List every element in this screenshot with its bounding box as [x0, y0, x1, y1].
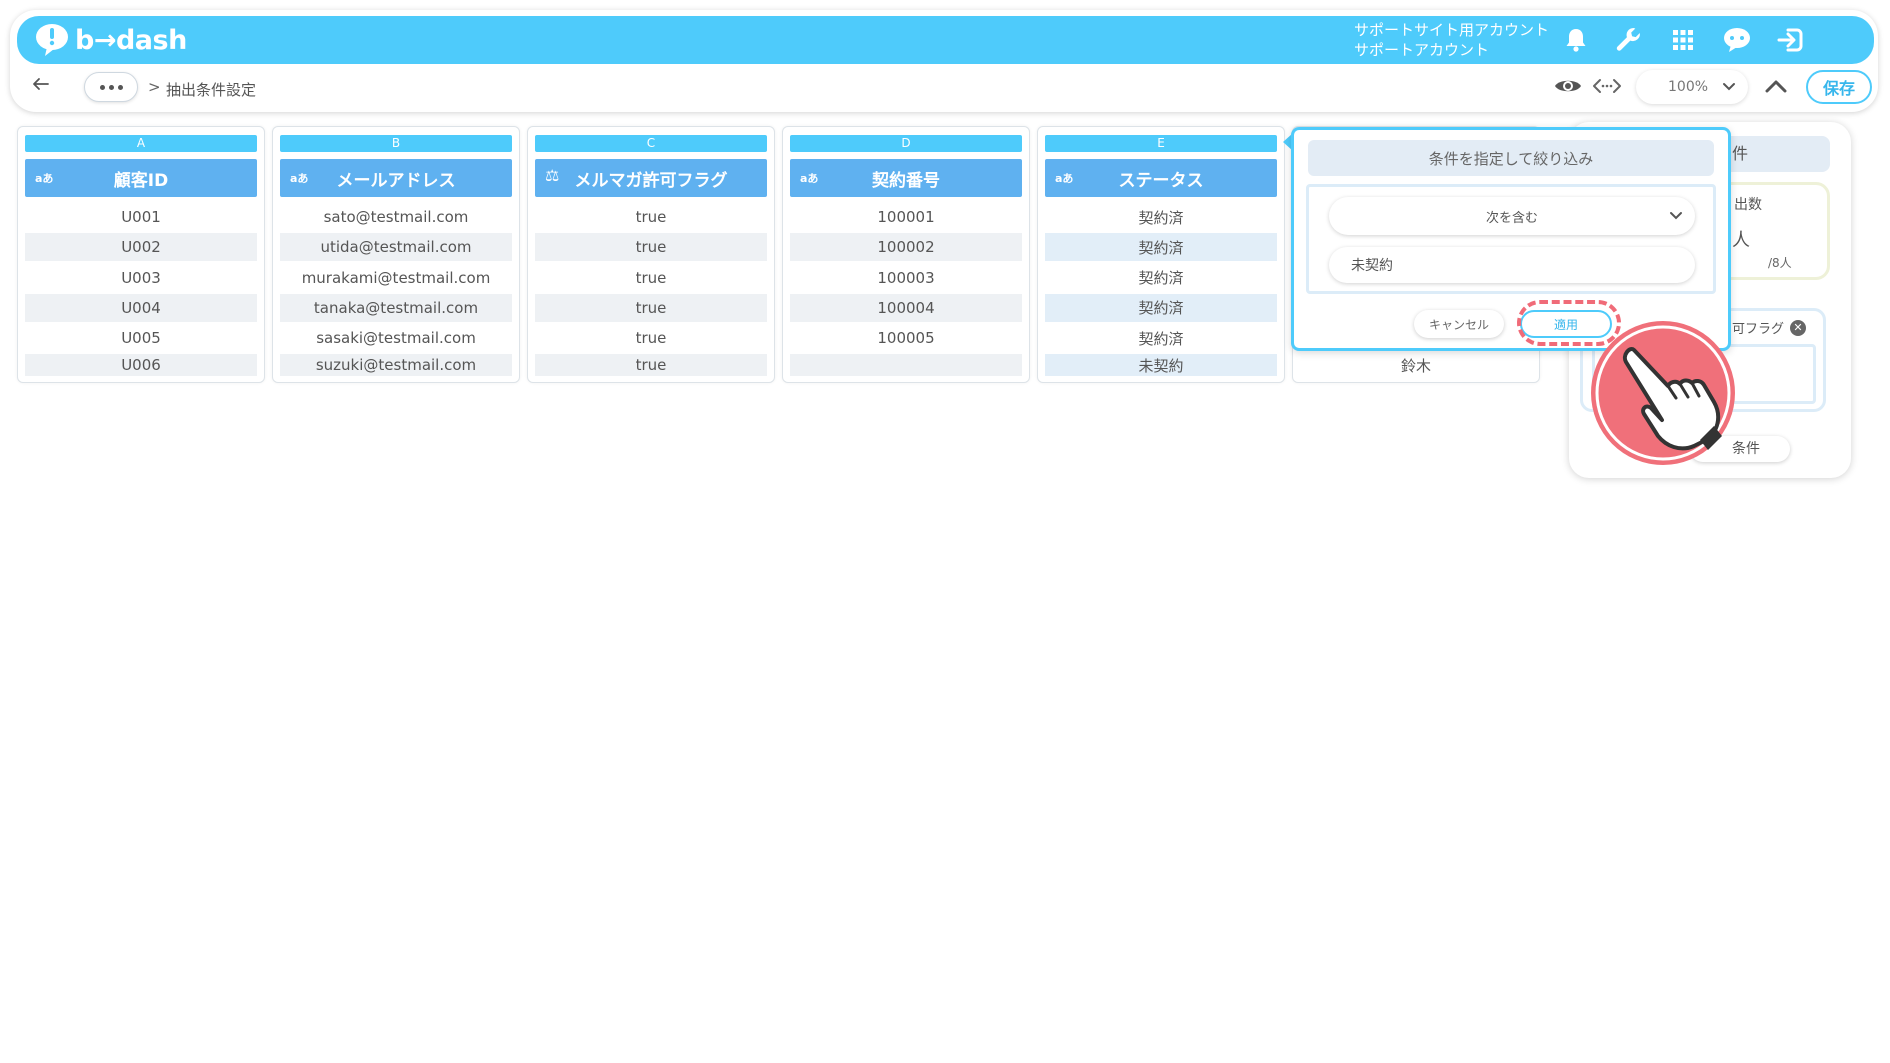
table-cell: true — [535, 354, 767, 377]
column-e[interactable]: E aあ ステータス 契約済 契約済 契約済 契約済 契約済 未契約 — [1037, 126, 1285, 383]
column-header-label: メルマガ許可フラグ — [574, 170, 728, 191]
column-c[interactable]: C ⚖ メルマガ許可フラグ true true true true true t… — [527, 126, 775, 383]
extraction-count-total: /8人 — [1768, 256, 1792, 270]
extraction-count-unit: 人 — [1732, 230, 1750, 251]
dot-icon — [117, 84, 123, 90]
chevron-up-icon[interactable] — [1764, 78, 1788, 94]
column-header-label: 顧客ID — [113, 170, 169, 191]
table-cell: true — [535, 233, 767, 262]
table-cell: suzuki@testmail.com — [280, 354, 512, 377]
zoom-select[interactable]: 100% — [1636, 70, 1748, 104]
column-letter[interactable]: C — [535, 135, 767, 152]
column-header[interactable]: aあ メールアドレス — [280, 159, 512, 197]
text-type-icon: aあ — [800, 172, 819, 185]
table-cell: true — [635, 268, 667, 287]
eye-icon[interactable] — [1554, 76, 1582, 96]
text-type-icon: aあ — [1055, 172, 1074, 185]
column-header-label: メールアドレス — [336, 170, 456, 191]
condition-chip-label: 可フラグ — [1732, 322, 1785, 337]
table-cell — [790, 354, 1022, 377]
table-cell: U006 — [25, 354, 257, 377]
column-header-label: ステータス — [1118, 170, 1204, 191]
text-type-icon: aあ — [290, 172, 309, 185]
table-cell: true — [635, 329, 667, 348]
table-cell: tanaka@testmail.com — [280, 293, 512, 322]
table-cell: 契約済 — [1138, 269, 1184, 288]
b-dash-logo[interactable]: b→dash — [35, 24, 187, 56]
column-letter[interactable]: A — [25, 135, 257, 152]
column-header[interactable]: aあ 顧客ID — [25, 159, 257, 197]
popup-title: 条件を指定して絞り込み — [1308, 140, 1714, 176]
grid-icon[interactable] — [1667, 24, 1699, 56]
table-cell: U004 — [25, 293, 257, 322]
bell-icon[interactable] — [1560, 24, 1592, 56]
table-cell: U002 — [25, 233, 257, 262]
column-a[interactable]: A aあ 顧客ID U001 U002 U003 U004 U005 U006 — [17, 126, 265, 383]
table-cell: 100005 — [877, 329, 935, 348]
column-d[interactable]: D aあ 契約番号 100001 100002 100003 100004 10… — [782, 126, 1030, 383]
tap-hand-icon — [1591, 321, 1735, 465]
text-type-icon: aあ — [35, 172, 54, 185]
table-cell: 100004 — [790, 293, 1022, 322]
table-cell: 契約済 — [1138, 329, 1184, 348]
chat-icon[interactable] — [1721, 24, 1753, 56]
breadcrumb-separator: > — [148, 78, 161, 96]
wrench-icon[interactable] — [1613, 24, 1645, 56]
logo-text: b→dash — [75, 24, 187, 56]
table-cell: sato@testmail.com — [323, 208, 469, 226]
save-button[interactable]: 保存 — [1806, 70, 1872, 104]
filter-value-input[interactable] — [1329, 247, 1695, 283]
table-cell: sasaki@testmail.com — [316, 329, 476, 348]
table-cell: U001 — [121, 208, 161, 226]
table-cell: 契約済 — [1138, 208, 1184, 227]
breadcrumb-more-button[interactable] — [84, 72, 138, 102]
back-arrow-icon[interactable] — [30, 76, 50, 92]
condition-chip[interactable]: 可フラグ ✕ — [1732, 318, 1807, 337]
close-icon[interactable]: ✕ — [1790, 319, 1807, 336]
account-info[interactable]: サポートサイト用アカウント サポートアカウント — [1354, 20, 1549, 60]
column-letter[interactable]: E — [1045, 135, 1277, 152]
column-letter[interactable]: B — [280, 135, 512, 152]
table-cell: utida@testmail.com — [280, 233, 512, 262]
operator-value: 次を含む — [1485, 210, 1538, 226]
boolean-type-icon: ⚖ — [545, 166, 560, 185]
top-navigation: b→dash サポートサイト用アカウント サポートアカウント — [17, 16, 1874, 64]
table-cell: true — [535, 293, 767, 322]
extraction-count-label: 出数 — [1734, 197, 1762, 213]
table-cell: 未契約 — [1045, 354, 1277, 377]
table-cell: murakami@testmail.com — [301, 268, 491, 287]
column-header[interactable]: aあ 契約番号 — [790, 159, 1022, 197]
account-user-name: サポートアカウント — [1354, 41, 1490, 59]
operator-select[interactable]: 次を含む — [1329, 197, 1695, 235]
column-header[interactable]: ⚖ メルマガ許可フラグ — [535, 159, 767, 197]
code-brackets-icon[interactable] — [1592, 76, 1622, 96]
cancel-button[interactable]: キャンセル — [1414, 310, 1504, 338]
table-cell: true — [635, 208, 667, 226]
chevron-down-icon — [1670, 212, 1682, 220]
dot-icon — [108, 84, 114, 90]
dot-icon — [99, 84, 105, 90]
table-cell: 100002 — [790, 233, 1022, 262]
account-site-name: サポートサイト用アカウント — [1354, 21, 1550, 39]
logout-icon[interactable] — [1775, 24, 1807, 56]
table-cell: 契約済 — [1045, 293, 1277, 322]
column-letter[interactable]: D — [790, 135, 1022, 152]
breadcrumb-current-page: 抽出条件設定 — [166, 81, 257, 99]
filter-condition-box: 次を含む — [1306, 184, 1716, 294]
column-b[interactable]: B aあ メールアドレス sato@testmail.com utida@tes… — [272, 126, 520, 383]
table-cell: 100003 — [877, 268, 935, 287]
chevron-down-icon — [1723, 83, 1735, 91]
logo-bubble-icon — [36, 24, 68, 56]
table-cell: 鈴木 — [1400, 356, 1431, 375]
table-cell: 100001 — [877, 208, 935, 226]
table-cell: 契約済 — [1045, 233, 1277, 262]
zoom-value: 100% — [1668, 79, 1709, 95]
table-cell: U005 — [121, 329, 161, 348]
column-header-label: 契約番号 — [872, 170, 940, 191]
column-header[interactable]: aあ ステータス — [1045, 159, 1277, 197]
table-cell: U003 — [121, 268, 161, 287]
